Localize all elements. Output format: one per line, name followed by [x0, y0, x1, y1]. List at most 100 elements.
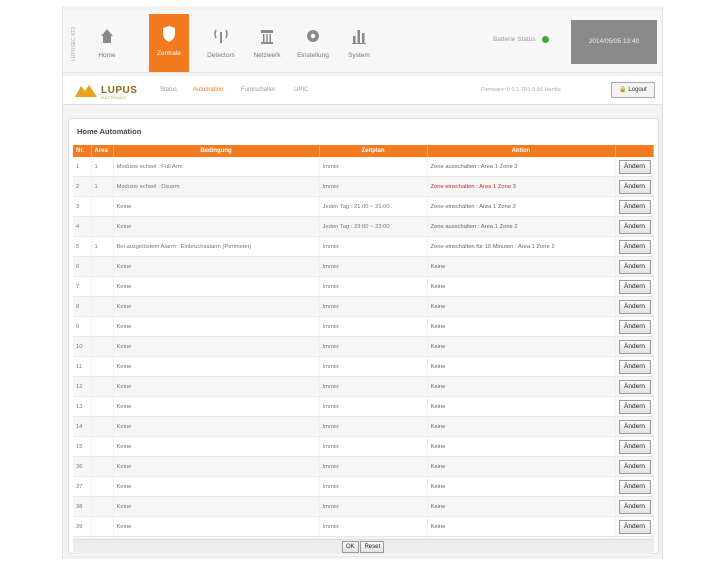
nav-label: Netzwerk: [253, 52, 281, 59]
logo-text: LUPUS: [101, 85, 138, 96]
cell-area: [91, 456, 114, 477]
subnav-funkschalter[interactable]: Funkschalter: [241, 87, 275, 93]
edit-button[interactable]: Ändern: [618, 439, 651, 454]
cell-bedingung: Keine: [113, 456, 320, 477]
ok-button[interactable]: OK: [341, 541, 359, 553]
nav-detectors[interactable]: Detectors: [201, 16, 241, 68]
edit-button[interactable]: Ändern: [618, 239, 651, 254]
cell-zeitplan: Immer: [319, 336, 428, 357]
edit-button[interactable]: Ändern: [618, 479, 651, 494]
cell-bedingung: Keine: [113, 276, 320, 297]
cell-area: [91, 196, 114, 217]
edit-button[interactable]: Ändern: [618, 339, 651, 354]
cell-area: [91, 496, 114, 517]
cell-edit: Ändern: [615, 316, 654, 337]
table-row: 7 Keine Immer Keine Ändern: [73, 276, 654, 297]
table-row: 36 Keine Immer Keine Ändern: [73, 456, 654, 477]
cell-zeitplan: Immer: [319, 276, 428, 297]
table-row: 10 Keine Immer Keine Ändern: [73, 336, 654, 357]
network-icon: [261, 30, 273, 44]
cell-edit: Ändern: [615, 476, 654, 497]
table-row: 37 Keine Immer Keine Ändern: [73, 476, 654, 497]
cell-edit: Ändern: [615, 296, 654, 317]
cell-bedingung: Keine: [113, 496, 320, 517]
edit-button[interactable]: Ändern: [618, 459, 651, 474]
cell-nr: 38: [73, 496, 92, 517]
nav-zentrale[interactable]: Zentrale: [149, 14, 189, 72]
cell-nr: 2: [73, 176, 92, 197]
lupus-logo: LUPUS ELECTRONICS: [73, 83, 139, 100]
edit-button[interactable]: Ändern: [618, 179, 651, 194]
cell-area: [91, 476, 114, 497]
cell-aktion: Keine: [427, 336, 616, 357]
cell-bedingung: Keine: [113, 516, 320, 537]
sub-navigation: LUPUS ELECTRONICS Status Automation Funk…: [63, 76, 662, 105]
cell-edit: Ändern: [615, 276, 654, 297]
reset-button[interactable]: Reset: [360, 541, 385, 553]
edit-button[interactable]: Ändern: [618, 219, 651, 234]
cell-edit: Ändern: [615, 256, 654, 277]
cell-edit: Ändern: [615, 336, 654, 357]
cell-bedingung: Modusw echsel : Full Arm: [113, 157, 320, 177]
cell-nr: 36: [73, 456, 92, 477]
cell-zeitplan: Immer: [319, 236, 428, 257]
cell-zeitplan: Immer: [319, 157, 428, 177]
edit-button[interactable]: Ändern: [618, 359, 651, 374]
cell-nr: 10: [73, 336, 92, 357]
nav-home[interactable]: Home: [87, 16, 127, 68]
table-row: 6 Keine Immer Keine Ändern: [73, 256, 654, 277]
panel-title: Home Automation: [77, 127, 142, 136]
edit-button[interactable]: Ändern: [618, 499, 651, 514]
cell-aktion: Keine: [427, 476, 616, 497]
cell-zeitplan: Immer: [319, 376, 428, 397]
edit-button[interactable]: Ändern: [618, 199, 651, 214]
edit-button[interactable]: Ändern: [618, 379, 651, 394]
cell-zeitplan: Immer: [319, 436, 428, 457]
cell-area: 1: [91, 236, 114, 257]
nav-netzwerk[interactable]: Netzwerk: [247, 16, 287, 68]
edit-button[interactable]: Ändern: [618, 159, 651, 174]
cell-area: [91, 376, 114, 397]
cell-bedingung: Keine: [113, 396, 320, 417]
edit-button[interactable]: Ändern: [618, 519, 651, 534]
edit-button[interactable]: Ändern: [618, 419, 651, 434]
table-row: 14 Keine Immer Keine Ändern: [73, 416, 654, 437]
logo-subtext: ELECTRONICS: [101, 96, 126, 100]
battery-status: Batterie Status: [493, 36, 550, 43]
subnav-automation[interactable]: Automation: [193, 87, 223, 93]
nav-einstellung[interactable]: Einstellung: [293, 16, 333, 68]
edit-button[interactable]: Ändern: [618, 279, 651, 294]
cell-zeitplan: Jeden Tag : 23:00 ~ 23:00: [319, 216, 428, 237]
cell-bedingung: Keine: [113, 476, 320, 497]
subnav-upic[interactable]: UPIC: [294, 87, 308, 93]
automation-table: Nr. Area Bedingung Zeitplan Aktion 1 1 Mod…: [73, 145, 654, 557]
subnav-status[interactable]: Status: [160, 87, 177, 93]
edit-button[interactable]: Ändern: [618, 259, 651, 274]
cell-area: [91, 436, 114, 457]
cell-aktion: Keine: [427, 276, 616, 297]
logout-button[interactable]: 🔒 Logout: [611, 82, 655, 98]
cell-aktion: Zone einschalten für 10 Minuten : Area 1…: [427, 236, 616, 257]
cell-nr: 3: [73, 196, 92, 217]
table-row: 13 Keine Immer Keine Ändern: [73, 396, 654, 417]
table-row: 39 Keine Immer Keine Ändern: [73, 516, 654, 537]
cell-zeitplan: Jeden Tag : 21:00 ~ 21:00: [319, 196, 428, 217]
cell-edit: Ändern: [615, 416, 654, 437]
signal-icon: [214, 29, 228, 43]
cell-area: [91, 316, 114, 337]
cell-nr: 11: [73, 356, 92, 377]
status-dot-icon: [542, 36, 550, 43]
edit-button[interactable]: Ändern: [618, 299, 651, 314]
app-frame: LUPUSEC XT2 Home Zentrale Detectors Netz…: [62, 6, 663, 559]
nav-system[interactable]: System: [339, 16, 379, 68]
cell-bedingung: Keine: [113, 336, 320, 357]
cell-bedingung: Keine: [113, 296, 320, 317]
cell-aktion: Zone einschalten : Area 1 Zone 2: [427, 196, 616, 217]
edit-button[interactable]: Ändern: [618, 399, 651, 414]
cell-zeitplan: Immer: [319, 176, 428, 197]
table-row: 12 Keine Immer Keine Ändern: [73, 376, 654, 397]
firmware-info: Firmware: 0.0.1.7R1.0.56 Hardw.: [481, 87, 562, 93]
cell-bedingung: Keine: [113, 196, 320, 217]
edit-button[interactable]: Ändern: [618, 319, 651, 334]
home-automation-panel: Home Automation Nr. Area Bedingung Zeitp…: [68, 118, 659, 557]
